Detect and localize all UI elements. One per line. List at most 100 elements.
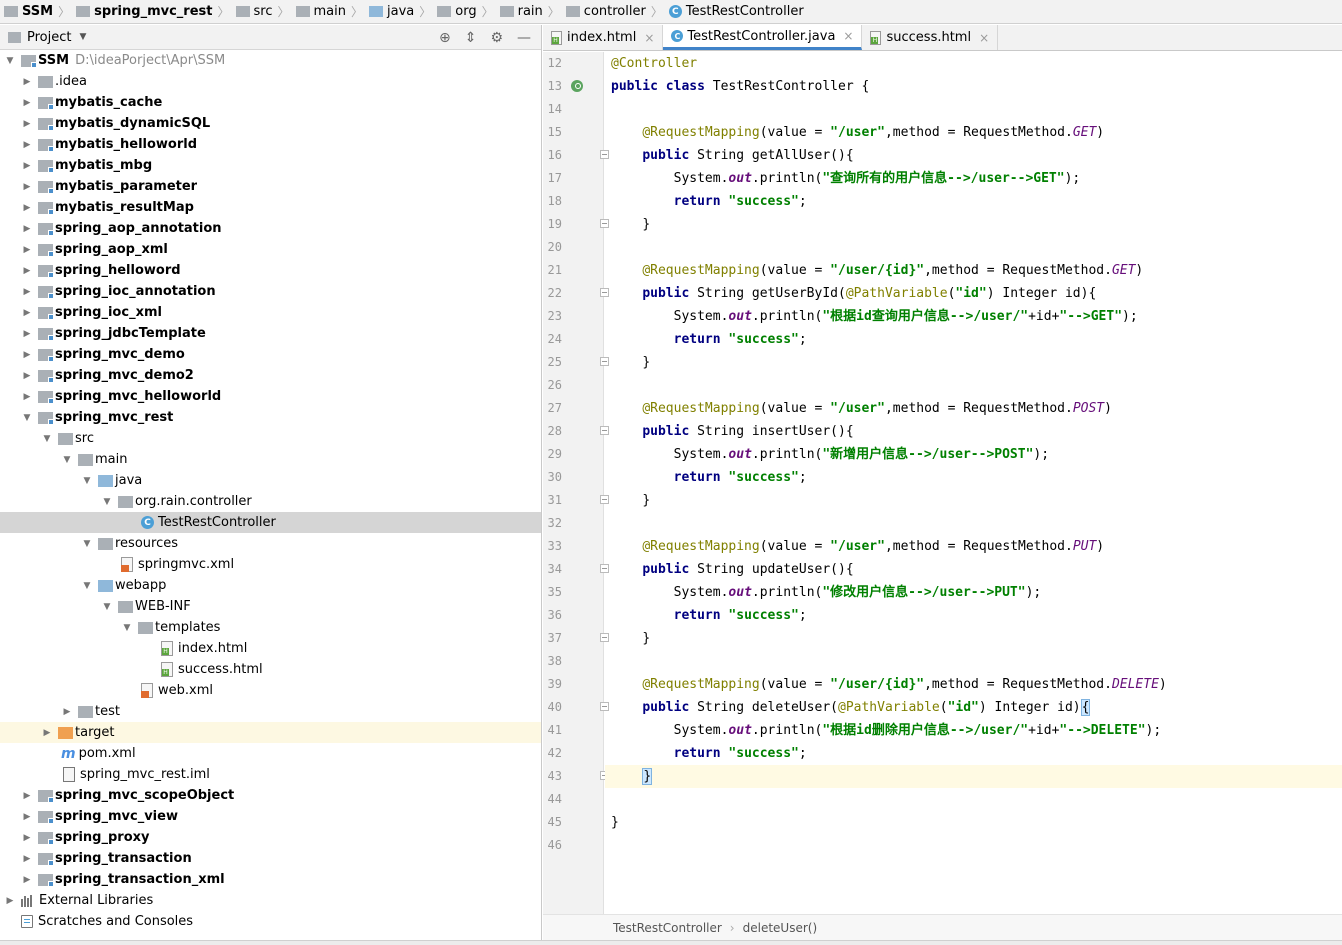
chevron-right-icon[interactable]: ▶ [21,323,33,344]
chevron-right-icon[interactable]: ▶ [21,344,33,365]
tree-node[interactable]: ▶ target [0,722,541,743]
chevron-down-icon[interactable]: ▼ [21,407,33,428]
chevron-right-icon[interactable]: ▶ [21,92,33,113]
tree-node[interactable]: ▼ spring_mvc_rest [0,407,541,428]
tree-node[interactable]: ▼ templates [0,617,541,638]
chevron-right-icon[interactable]: ▶ [41,722,53,743]
tree-node[interactable]: ▼ org.rain.controller [0,491,541,512]
chevron-down-icon[interactable]: ▼ [4,50,16,71]
breadcrumb-class[interactable]: TestRestController [613,921,722,935]
chevron-right-icon[interactable]: ▶ [21,848,33,869]
chevron-right-icon[interactable]: ▶ [21,806,33,827]
tree-node[interactable]: index.html [0,638,541,659]
chevron-down-icon[interactable]: ▼ [81,470,93,491]
tree-node[interactable]: ▶ mybatis_cache [0,92,541,113]
tree-node[interactable]: ▶ spring_aop_annotation [0,218,541,239]
chevron-right-icon[interactable]: ▶ [21,302,33,323]
code-area[interactable]: @Controller public class TestRestControl… [605,52,1342,914]
nav-crumb-project[interactable]: SSM 〉 [4,0,76,23]
chevron-right-icon[interactable]: ▶ [4,890,16,911]
tree-node-libraries[interactable]: ▶ External Libraries [0,890,541,911]
hide-panel-icon[interactable]: — [517,30,531,46]
nav-crumb-class[interactable]: C TestRestController [668,0,804,23]
breadcrumb-method[interactable]: deleteUser() [743,921,818,935]
tree-node[interactable]: ▶ spring_aop_xml [0,239,541,260]
tree-node[interactable]: ▶ test [0,701,541,722]
tree-node[interactable]: m pom.xml [0,743,541,764]
tree-node[interactable]: ▶ spring_mvc_scopeObject [0,785,541,806]
chevron-right-icon[interactable]: ▶ [21,197,33,218]
chevron-right-icon[interactable]: ▶ [21,155,33,176]
tree-node[interactable]: ▶ mybatis_helloworld [0,134,541,155]
chevron-down-icon[interactable]: ▼ [81,533,93,554]
tree-node-selected[interactable]: C TestRestController [0,512,541,533]
tree-node[interactable]: web.xml [0,680,541,701]
chevron-right-icon[interactable]: ▶ [21,869,33,890]
chevron-right-icon[interactable]: ▶ [21,785,33,806]
tree-node[interactable]: ▶ spring_transaction_xml [0,869,541,890]
tree-node[interactable]: success.html [0,659,541,680]
chevron-right-icon[interactable]: ▶ [21,386,33,407]
close-icon[interactable]: × [843,29,853,43]
chevron-right-icon[interactable]: ▶ [21,176,33,197]
nav-crumb-module[interactable]: spring_mvc_rest 〉 [76,0,235,23]
locate-file-icon[interactable]: ⊕ [439,30,451,46]
chevron-right-icon[interactable]: ▶ [21,134,33,155]
nav-crumb-rain[interactable]: rain 〉 [499,0,566,23]
nav-crumb-java[interactable]: java 〉 [369,0,437,23]
chevron-down-icon[interactable]: ▼ [121,617,133,638]
tree-node[interactable]: ▶ spring_mvc_view [0,806,541,827]
chevron-right-icon[interactable]: ▶ [21,260,33,281]
chevron-right-icon[interactable]: ▶ [21,827,33,848]
tree-node[interactable]: ▼ webapp [0,575,541,596]
nav-crumb-controller[interactable]: controller 〉 [565,0,669,23]
tab-testrestcontroller[interactable]: C TestRestController.java × [663,25,863,50]
chevron-right-icon[interactable]: ▶ [21,113,33,134]
close-icon[interactable]: × [644,31,654,45]
tree-node[interactable]: ▶ spring_transaction [0,848,541,869]
tree-node[interactable]: spring_mvc_rest.iml [0,764,541,785]
tree-node[interactable]: ▶ .idea [0,71,541,92]
chevron-right-icon[interactable]: ▶ [21,365,33,386]
tab-success-html[interactable]: success.html× [862,25,999,50]
tree-node[interactable]: ▶ mybatis_dynamicSQL [0,113,541,134]
tree-node[interactable]: ▶ mybatis_mbg [0,155,541,176]
tree-node[interactable]: ▶ mybatis_parameter [0,176,541,197]
chevron-down-icon[interactable]: ▼ [101,596,113,617]
tree-node[interactable]: ▶ spring_helloword [0,260,541,281]
spring-bean-icon[interactable] [571,80,583,92]
tree-node[interactable]: ▼ java [0,470,541,491]
tree-node[interactable]: springmvc.xml [0,554,541,575]
tree-node[interactable]: ▶ spring_ioc_annotation [0,281,541,302]
tree-node[interactable]: ▶ spring_proxy [0,827,541,848]
tree-node[interactable]: ▼ WEB-INF [0,596,541,617]
project-view-selector[interactable]: Project ▼ [8,30,86,45]
chevron-down-icon[interactable]: ▼ [101,491,113,512]
tree-node[interactable]: ▼ src [0,428,541,449]
chevron-down-icon[interactable]: ▼ [41,428,53,449]
chevron-right-icon[interactable]: ▶ [21,239,33,260]
tree-node[interactable]: ▼ resources [0,533,541,554]
tab-index-html[interactable]: index.html× [543,25,664,50]
tree-node[interactable]: ▼ main [0,449,541,470]
gear-icon[interactable]: ⚙ [490,30,503,46]
chevron-down-icon[interactable]: ▼ [61,449,73,470]
tree-node-root[interactable]: ▼ SSM D:\ideaPorject\Apr\SSM [0,50,541,71]
nav-crumb-org[interactable]: org 〉 [437,0,499,23]
nav-crumb-src[interactable]: src 〉 [235,0,296,23]
tree-node[interactable]: ▶ spring_ioc_xml [0,302,541,323]
tree-node-scratches[interactable]: Scratches and Consoles [0,911,541,932]
nav-crumb-main[interactable]: main 〉 [295,0,370,23]
chevron-right-icon[interactable]: ▶ [21,281,33,302]
chevron-right-icon[interactable]: ▶ [21,71,33,92]
chevron-right-icon[interactable]: ▶ [61,701,73,722]
collapse-all-icon[interactable]: ⇕ [465,30,477,46]
chevron-right-icon[interactable]: ▶ [21,218,33,239]
close-icon[interactable]: × [979,31,989,45]
tree-node[interactable]: ▶ spring_mvc_demo2 [0,365,541,386]
chevron-down-icon[interactable]: ▼ [81,575,93,596]
tree-node[interactable]: ▶ spring_mvc_helloworld [0,386,541,407]
tree-node[interactable]: ▶ spring_jdbcTemplate [0,323,541,344]
tree-node[interactable]: ▶ spring_mvc_demo [0,344,541,365]
tree-node[interactable]: ▶ mybatis_resultMap [0,197,541,218]
